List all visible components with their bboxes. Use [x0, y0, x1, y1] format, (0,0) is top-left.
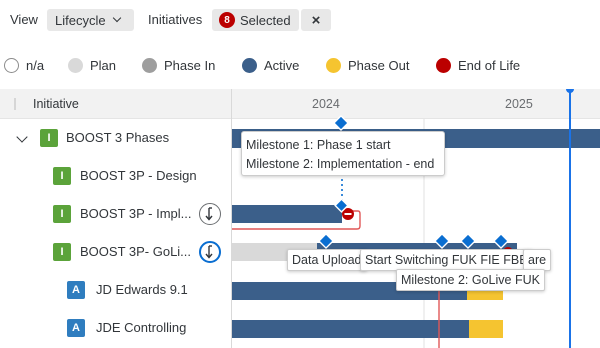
initiative-column-header: Initiative	[0, 89, 231, 119]
initiatives-selected-chip[interactable]: 8 Selected	[212, 9, 299, 31]
view-select-value: Lifecycle	[55, 12, 106, 28]
legend: n/a Plan Phase In Active Phase Out End o…	[0, 54, 600, 80]
list-item[interactable]: I BOOST 3P - Design	[0, 157, 231, 195]
row-label: BOOST 3P- GoLi...	[80, 244, 192, 259]
legend-label: Plan	[90, 58, 117, 73]
dependency-icon	[205, 245, 213, 259]
active-bar[interactable]	[232, 205, 342, 223]
golive-tooltip: Milestone 2: GoLive FUK	[396, 269, 545, 291]
legend-label: Active	[264, 58, 300, 73]
application-type-icon: A	[67, 319, 85, 337]
legend-item-phase-out: Phase Out	[326, 58, 409, 73]
selected-label: Selected	[240, 12, 291, 28]
tooltip-line: Milestone 2: Implementation - end	[246, 157, 435, 171]
list-item[interactable]: I BOOST 3 Phases	[0, 119, 231, 157]
list-item[interactable]: A JD Edwards 9.1	[0, 271, 231, 309]
chevron-down-icon	[112, 13, 121, 23]
phase-out-bar[interactable]	[469, 320, 503, 338]
list-item[interactable]: I BOOST 3P- GoLi...	[0, 233, 231, 271]
initiative-type-icon: I	[53, 205, 71, 223]
active-bar[interactable]	[232, 320, 469, 338]
view-label: View	[10, 12, 38, 27]
today-marker	[566, 89, 574, 93]
milestone-tooltip: Milestone 1: Phase 1 start Milestone 2: …	[241, 131, 445, 176]
row-label: JD Edwards 9.1	[96, 282, 188, 297]
initiative-type-icon: I	[53, 167, 71, 185]
data-upload-tooltip: Data Upload	[287, 249, 367, 271]
list-item[interactable]: I BOOST 3P - Impl...	[0, 195, 231, 233]
legend-item-plan: Plan	[68, 58, 116, 73]
legend-item-end-of-life: End of Life	[436, 58, 520, 73]
legend-item-na: n/a	[4, 58, 44, 73]
row-label: BOOST 3 Phases	[66, 130, 170, 145]
gantt-canvas	[232, 89, 600, 348]
legend-label: n/a	[26, 58, 45, 73]
legend-item-active: Active	[242, 58, 299, 73]
close-icon: ×	[311, 11, 321, 29]
dependency-button[interactable]	[199, 203, 221, 225]
legend-label: End of Life	[458, 58, 521, 73]
tooltip-line: Milestone 1: Phase 1 start	[246, 138, 391, 152]
legend-swatch	[68, 58, 83, 73]
application-type-icon: A	[67, 281, 85, 299]
milestone-diamond[interactable]	[332, 114, 350, 132]
dependency-icon	[205, 207, 213, 221]
initiative-header-title: Initiative	[33, 97, 79, 111]
legend-swatch	[142, 58, 157, 73]
resize-handle[interactable]	[14, 98, 16, 110]
toolbar: View Lifecycle Initiatives 8 Selected ×	[0, 0, 600, 40]
minus-icon	[344, 213, 352, 215]
roadmap-chart: 2024 2025 Milestone 1: Phase 1 start Mil…	[231, 89, 600, 348]
initiative-type-icon: I	[40, 129, 58, 147]
clear-selection-button[interactable]: ×	[301, 9, 331, 31]
legend-swatch	[4, 58, 19, 73]
legend-swatch	[436, 58, 451, 73]
initiative-list: Initiative I BOOST 3 Phases I BOOST 3P -…	[0, 89, 231, 348]
legend-swatch	[242, 58, 257, 73]
selected-count-badge: 8	[219, 12, 235, 28]
legend-item-phase-in: Phase In	[142, 58, 215, 73]
row-label: BOOST 3P - Design	[80, 168, 197, 183]
row-label: JDE Controlling	[96, 320, 187, 335]
start-switching-tooltip: Start Switching FUK FIE FBE	[360, 249, 533, 271]
view-select[interactable]: Lifecycle	[47, 9, 134, 31]
dependency-button-active[interactable]	[199, 241, 221, 263]
initiatives-label: Initiatives	[148, 12, 203, 27]
initiative-type-icon: I	[53, 243, 71, 261]
truncated-tooltip: are	[523, 249, 552, 271]
row-label: BOOST 3P - Impl...	[80, 206, 192, 221]
legend-swatch	[326, 58, 341, 73]
list-item[interactable]: A JDE Controlling	[0, 309, 231, 347]
chevron-down-icon[interactable]	[16, 131, 28, 143]
legend-label: Phase Out	[348, 58, 410, 73]
legend-label: Phase In	[164, 58, 216, 73]
